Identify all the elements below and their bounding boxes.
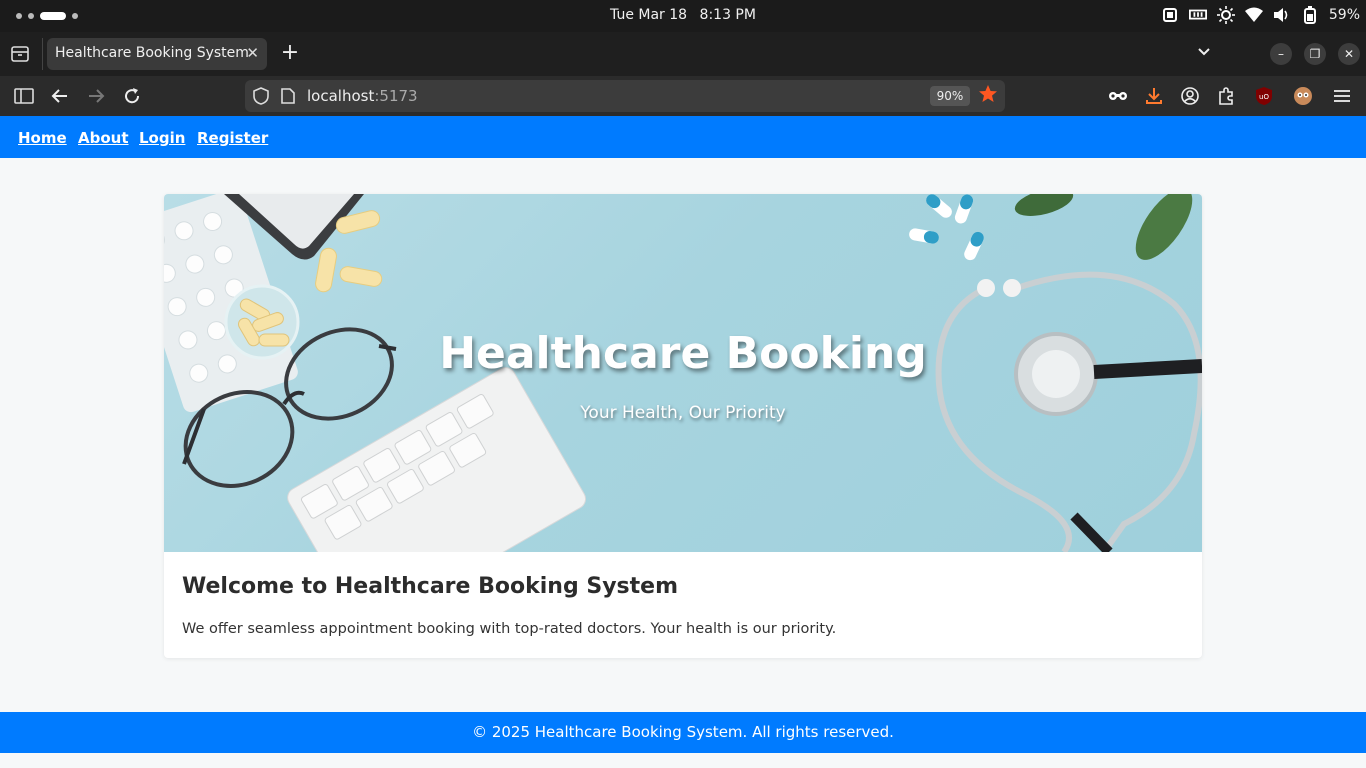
restore-button[interactable]: ❐ — [1304, 43, 1326, 65]
nav-link-home[interactable]: Home — [18, 129, 67, 147]
wifi-icon — [1244, 6, 1263, 24]
brightness-icon — [1216, 6, 1235, 24]
zoom-level-badge[interactable]: 90% — [930, 86, 970, 106]
incognito-mask-icon[interactable] — [1107, 85, 1129, 107]
url-host: localhost — [307, 87, 375, 105]
volume-icon — [1273, 6, 1291, 24]
welcome-card: Healthcare Booking Your Health, Our Prio… — [164, 194, 1202, 658]
browser-tab-strip: Healthcare Booking System ✕ + – ❐ ✕ — [0, 32, 1366, 76]
system-tray[interactable]: 59% — [1161, 6, 1360, 24]
browser-nav-bar: localhost:5173 90% uO — [0, 76, 1366, 116]
clock-date: Tue Mar 18 — [610, 7, 688, 23]
nav-link-register[interactable]: Register — [197, 129, 268, 147]
hero-title: Healthcare Booking — [439, 328, 927, 379]
keyboard — [287, 367, 587, 552]
blue-capsules — [909, 194, 984, 261]
cpu-icon — [1161, 6, 1179, 24]
os-top-bar: Tue Mar 18 8:13 PM 59% — [0, 0, 1366, 32]
new-tab-button[interactable]: + — [280, 42, 300, 64]
forward-arrow-icon[interactable] — [85, 85, 107, 107]
nav-link-login[interactable]: Login — [139, 129, 185, 147]
account-icon[interactable] — [1179, 85, 1201, 107]
back-arrow-icon[interactable] — [49, 85, 71, 107]
sidebar-toggle-icon[interactable] — [13, 85, 35, 107]
page-icon[interactable] — [281, 88, 295, 108]
bookmark-star-icon[interactable] — [978, 84, 998, 106]
browser-tab-active[interactable]: Healthcare Booking System ✕ — [47, 38, 267, 70]
url-port: :5173 — [374, 87, 418, 105]
download-icon[interactable] — [1143, 85, 1165, 107]
battery-icon — [1301, 6, 1319, 24]
svg-text:uO: uO — [1259, 93, 1269, 101]
shield-icon[interactable] — [253, 87, 269, 109]
address-bar[interactable]: localhost:5173 90% — [245, 80, 1005, 112]
site-footer: © 2025 Healthcare Booking System. All ri… — [0, 712, 1366, 753]
battery-percent: 59% — [1328, 7, 1360, 23]
tab-overview-icon[interactable] — [10, 44, 30, 64]
hero-subtitle: Your Health, Our Priority — [580, 403, 786, 423]
memory-icon — [1188, 6, 1207, 24]
ublock-origin-icon[interactable]: uO — [1253, 85, 1275, 107]
welcome-description: We offer seamless appointment booking wi… — [182, 621, 837, 637]
hamburger-menu-icon[interactable] — [1331, 85, 1353, 107]
url-text[interactable]: localhost:5173 — [307, 87, 418, 105]
tab-title: Healthcare Booking System — [55, 45, 249, 61]
nav-link-about[interactable]: About — [78, 129, 129, 147]
hero-banner: Healthcare Booking Your Health, Our Prio… — [164, 194, 1202, 552]
extensions-puzzle-icon[interactable] — [1215, 85, 1237, 107]
site-navbar: Home About Login Register — [0, 116, 1366, 158]
clock-time: 8:13 PM — [699, 7, 756, 23]
tab-list-chevron-down-icon[interactable] — [1196, 44, 1212, 64]
plant-leaves — [1014, 194, 1193, 260]
close-window-button[interactable]: ✕ — [1338, 43, 1360, 65]
tab-close-icon[interactable]: ✕ — [246, 44, 259, 62]
reload-icon[interactable] — [121, 85, 143, 107]
extension-avatar-icon[interactable] — [1292, 85, 1314, 107]
minimize-button[interactable]: – — [1270, 43, 1292, 65]
welcome-heading: Welcome to Healthcare Booking System — [182, 574, 678, 599]
